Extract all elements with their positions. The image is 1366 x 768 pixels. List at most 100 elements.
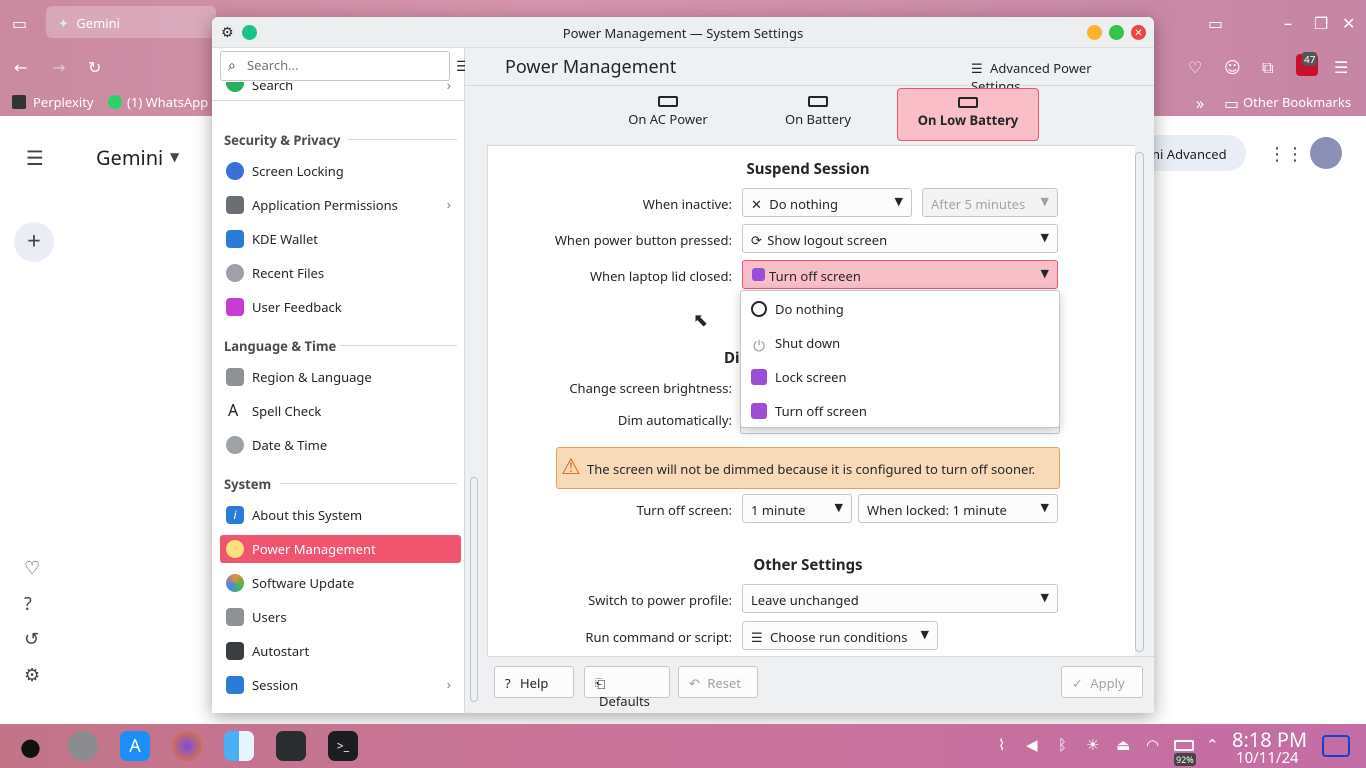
- run-script-combo[interactable]: ☰ Choose run conditions ▼: [742, 621, 938, 650]
- avatar-icon[interactable]: ☺: [1224, 56, 1241, 78]
- sidebar-item-users[interactable]: Users: [220, 603, 461, 631]
- sidebar-scrollbar[interactable]: [470, 477, 478, 702]
- run-script-label: Run command or script:: [585, 628, 732, 646]
- chevron-down-icon: ▼: [920, 627, 929, 642]
- sidebar-item-label: Date & Time: [252, 436, 328, 454]
- cursor-icon: ⬉: [693, 308, 709, 332]
- apply-button[interactable]: ✓ Apply: [1061, 666, 1143, 698]
- tab-low-battery[interactable]: On Low Battery: [897, 88, 1039, 141]
- sidebar-item-spell-check[interactable]: A Spell Check: [220, 397, 461, 425]
- gems-icon[interactable]: ♡: [24, 556, 40, 580]
- sidebar-item-region-language[interactable]: Region & Language: [220, 363, 461, 391]
- volume-icon[interactable]: ◀: [1026, 735, 1038, 755]
- tray-expand-icon[interactable]: ⌃: [1206, 735, 1219, 755]
- activity-icon[interactable]: ↺: [24, 627, 39, 651]
- lid-action-dropdown: Do nothing ⏻ Shut down Lock screen Turn o…: [740, 290, 1060, 428]
- close-button[interactable]: ✕: [1131, 25, 1146, 40]
- search-box[interactable]: ⌕: [220, 51, 450, 81]
- new-chat-icon[interactable]: +: [14, 222, 54, 262]
- more-bookmarks-icon[interactable]: »: [1196, 92, 1204, 114]
- system-settings-icon[interactable]: [68, 731, 98, 761]
- tab-ac-power[interactable]: On AC Power: [610, 88, 726, 141]
- sidebar-item-power-management[interactable]: Power Management: [220, 535, 461, 563]
- bluetooth-icon[interactable]: ᛒ: [1058, 735, 1067, 755]
- reset-button[interactable]: ↶ Reset: [678, 666, 758, 698]
- turn-off-screen-combo[interactable]: 1 minute ▼: [742, 494, 852, 523]
- bookmark-perplexity[interactable]: Perplexity: [33, 93, 94, 111]
- robot-app-icon[interactable]: [276, 731, 306, 761]
- apps-grid-icon[interactable]: ⋮⋮: [1268, 142, 1304, 166]
- user-avatar[interactable]: [1310, 137, 1342, 169]
- apple-menu-icon[interactable]: ●: [20, 730, 41, 763]
- search-input[interactable]: [247, 52, 437, 78]
- combo-value: Choose run conditions: [770, 628, 908, 646]
- bookmark-whatsapp[interactable]: (1) WhatsApp: [127, 93, 208, 111]
- hamburger-icon[interactable]: ☰: [26, 144, 44, 171]
- advanced-label: ni Advanced: [1152, 145, 1227, 163]
- folder-icon: ▭: [1224, 92, 1240, 114]
- app-store-icon[interactable]: A: [120, 731, 150, 761]
- sidebar-item-search[interactable]: Search ›: [220, 82, 461, 100]
- lid-closed-combo[interactable]: Turn off screen ▼: [742, 260, 1058, 289]
- tab-battery[interactable]: On Battery: [760, 88, 876, 141]
- window-icon[interactable]: ▭: [1208, 12, 1223, 34]
- option-label: Turn off screen: [775, 402, 867, 420]
- gemini-title[interactable]: Gemini: [96, 144, 163, 171]
- wifi-icon[interactable]: ◠: [1146, 735, 1159, 755]
- attachment-icon[interactable]: ⌇: [998, 735, 1005, 755]
- drive-icon[interactable]: ⏏: [1116, 735, 1130, 755]
- title-bar[interactable]: ⚙ Power Management — System Settings ✕: [212, 17, 1154, 48]
- option-do-nothing[interactable]: Do nothing: [751, 300, 844, 318]
- clock-date[interactable]: 10/11/24: [1236, 748, 1299, 768]
- maximize-button[interactable]: [1109, 25, 1124, 40]
- minimize-button[interactable]: [1087, 25, 1102, 40]
- finder-icon[interactable]: [224, 731, 254, 761]
- when-locked-combo[interactable]: When locked: 1 minute ▼: [858, 494, 1058, 523]
- power-profile-combo[interactable]: Leave unchanged ▼: [742, 584, 1058, 613]
- advanced-button[interactable]: ni Advanced: [1150, 135, 1246, 171]
- sidebar-item-date-time[interactable]: Date & Time: [220, 431, 461, 459]
- advanced-power-settings-button[interactable]: ☰ Advanced Power Settings...: [963, 52, 1149, 95]
- sidebar-item-session[interactable]: Session ›: [220, 671, 461, 699]
- sidebar-item-label: Region & Language: [252, 368, 372, 386]
- sidebar-item-software-update[interactable]: Software Update: [220, 569, 461, 597]
- browser-tab-gemini[interactable]: ✦ Gemini: [46, 6, 216, 38]
- settings-icon[interactable]: ⚙: [24, 663, 40, 687]
- reload-icon[interactable]: ↻: [88, 56, 101, 78]
- back-icon[interactable]: ←: [14, 56, 27, 78]
- sidebar-item-about-system[interactable]: i About this System: [220, 501, 461, 529]
- restore-icon[interactable]: ❐: [1314, 12, 1328, 34]
- menu-icon[interactable]: ☰: [1334, 56, 1348, 78]
- battery-tray-icon[interactable]: [1174, 740, 1194, 751]
- pocket-icon[interactable]: ♡: [1188, 56, 1202, 78]
- sidebar-item-autostart[interactable]: Autostart: [220, 637, 461, 665]
- close-icon[interactable]: ✕: [1342, 12, 1355, 34]
- sidebar-item-user-feedback[interactable]: User Feedback: [220, 293, 461, 321]
- firefox-icon[interactable]: [172, 731, 202, 761]
- power-button-combo[interactable]: ⟳ Show logout screen ▼: [742, 224, 1058, 253]
- bookmark-other[interactable]: Other Bookmarks: [1243, 93, 1351, 111]
- defaults-button[interactable]: ⎗ Defaults: [584, 666, 670, 710]
- help-button[interactable]: ? Help: [494, 666, 574, 698]
- terminal-icon[interactable]: >_: [328, 731, 358, 761]
- warning-icon: ⚠: [561, 451, 581, 481]
- sidebar-item-recent-files[interactable]: Recent Files: [220, 259, 461, 287]
- sidebar-item-app-permissions[interactable]: Application Permissions ›: [220, 191, 461, 219]
- brightness-icon[interactable]: ☀: [1086, 735, 1099, 755]
- help-icon[interactable]: ?: [24, 592, 32, 616]
- minimize-icon[interactable]: –: [1284, 12, 1292, 34]
- when-inactive-combo[interactable]: ✕ Do nothing ▼: [742, 188, 912, 217]
- combo-value: Turn off screen: [769, 267, 861, 285]
- sidebar-item-kde-wallet[interactable]: KDE Wallet: [220, 225, 461, 253]
- forward-icon[interactable]: →: [52, 56, 65, 78]
- extensions-icon[interactable]: ⧉: [1262, 56, 1273, 78]
- option-shut-down[interactable]: ⏻ Shut down: [751, 334, 840, 354]
- sidebar-item-screen-locking[interactable]: Screen Locking: [220, 157, 461, 185]
- show-desktop-icon[interactable]: [1322, 735, 1350, 757]
- tab-list-icon[interactable]: ▭: [12, 12, 27, 34]
- window-title: Power Management — System Settings: [562, 24, 804, 42]
- content-scrollbar[interactable]: [1135, 152, 1144, 652]
- option-turn-off-screen[interactable]: Turn off screen: [751, 402, 867, 420]
- model-chevron-icon[interactable]: ▼: [170, 148, 179, 165]
- option-lock-screen[interactable]: Lock screen: [751, 368, 847, 386]
